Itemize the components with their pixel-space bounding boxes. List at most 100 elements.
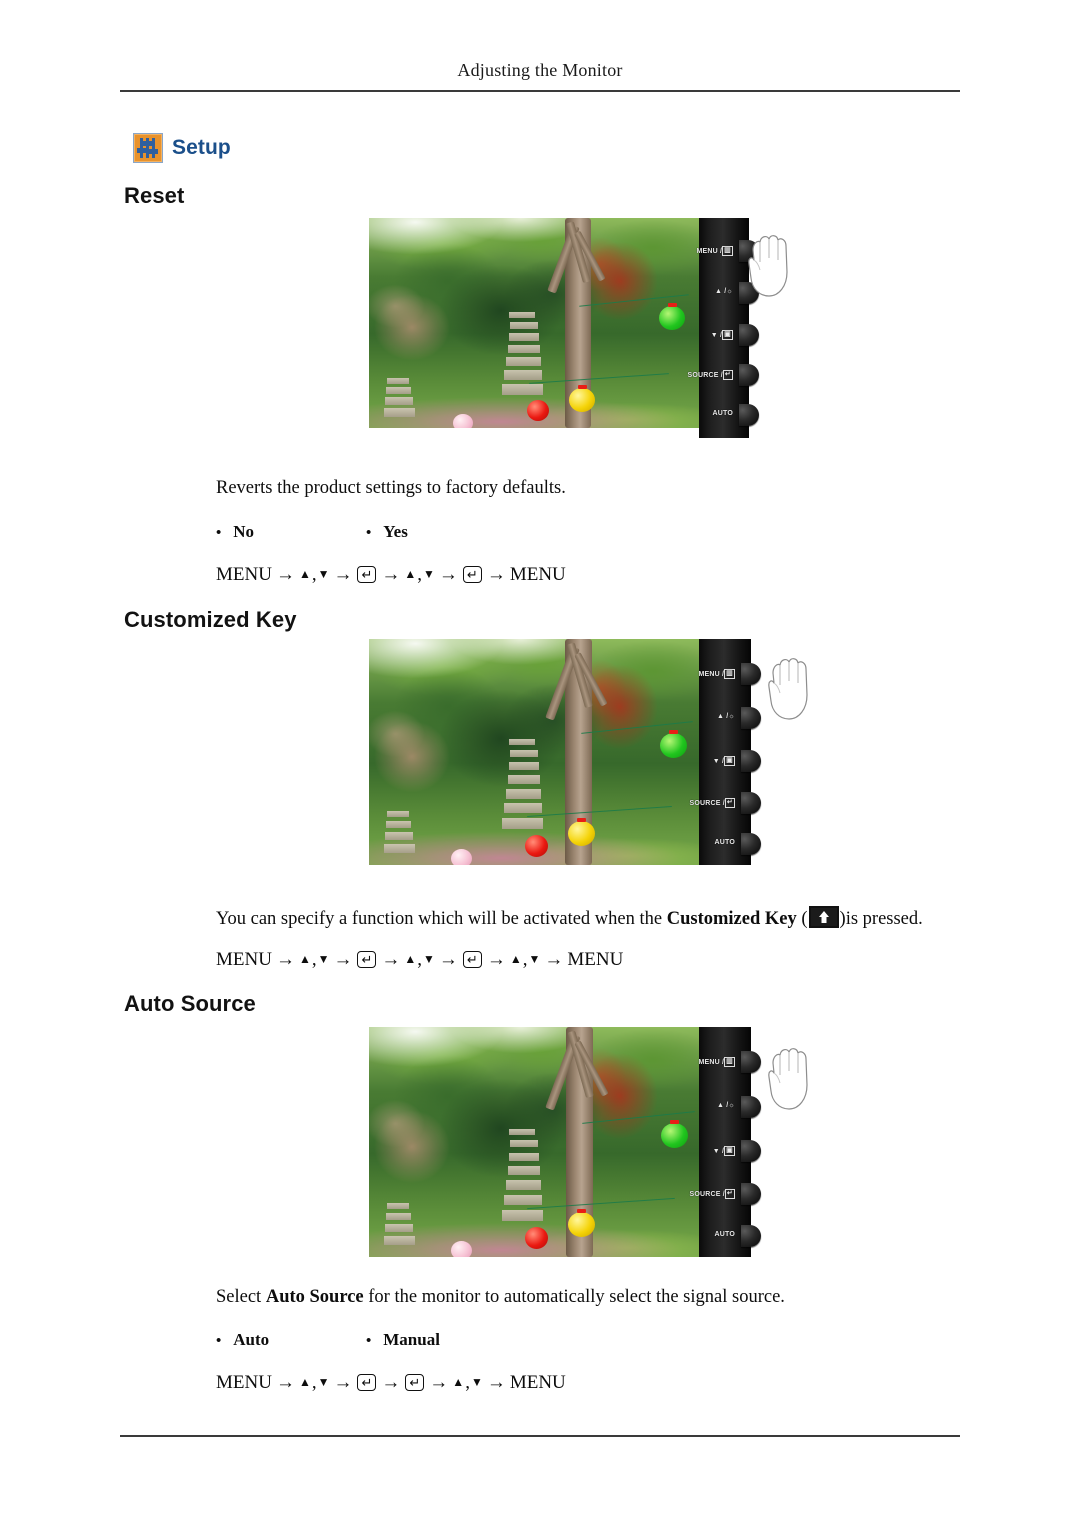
description-customized-key: You can specify a function which will be… (216, 906, 923, 930)
auto-button[interactable] (741, 1225, 761, 1247)
source-enter-button-label: SOURCE / ↵ (689, 798, 735, 808)
up-brightness-button[interactable] (741, 1096, 761, 1118)
source-enter-button[interactable] (739, 364, 759, 386)
auto-button-label: AUTO (714, 839, 735, 846)
desc-pre: Select (216, 1287, 266, 1307)
bullet-dot: • (216, 525, 222, 541)
source-enter-button[interactable] (741, 1183, 761, 1205)
up-brightness-button-label: ▲ /☼ (716, 1102, 735, 1109)
option-yes: Yes (383, 522, 408, 541)
nav-down: ▼ (317, 951, 330, 966)
down-mode-button-label: ▼ / ▣ (712, 756, 735, 766)
document-page: Adjusting the Monitor Setup Reset MENU /… (0, 0, 1080, 1527)
nav-enter-key: ↵ (405, 1373, 425, 1391)
nav-arrow: → (381, 949, 401, 970)
options-auto-source: • Auto • Manual (216, 1330, 440, 1350)
nav-menu: MENU (509, 564, 566, 585)
menu-button[interactable] (741, 1051, 761, 1073)
garden-photo (369, 218, 699, 428)
nav-menu: MENU (216, 949, 272, 970)
nav-enter-key: ↵ (357, 565, 377, 583)
pressing-hand-icon (768, 1048, 808, 1110)
bullet-dot: • (216, 1333, 222, 1349)
monitor-figure-customized-key: MENU / ▥ ▲ /☼ ▼ / ▣ SOURCE / ↵ AUTO (369, 639, 839, 874)
section-title-label: Setup (172, 136, 231, 159)
nav-enter-key: ↵ (357, 950, 377, 968)
menu-button-label: MENU / ▥ (696, 246, 733, 256)
nav-arrow: → (275, 564, 295, 585)
nav-up: ▲ (404, 951, 417, 966)
auto-button[interactable] (739, 404, 759, 426)
nav-enter-key: ↵ (462, 565, 482, 583)
nav-menu: MENU (509, 1372, 566, 1393)
garden-photo (369, 1027, 699, 1257)
nav-down: ▼ (423, 566, 435, 581)
down-mode-button[interactable] (739, 324, 759, 346)
nav-menu: MENU (216, 1372, 272, 1393)
nav-arrow: → (438, 564, 458, 585)
monitor-control-panel: MENU / ▥ ▲ /☼ ▼ / ▣ SOURCE / ↵ AUTO (689, 639, 761, 865)
nav-arrow: → (381, 1372, 401, 1393)
nav-arrow: → (333, 1372, 353, 1393)
source-enter-button[interactable] (741, 792, 761, 814)
nav-arrow: → (275, 949, 295, 970)
pressing-hand-icon (748, 235, 788, 297)
customized-key-icon (808, 906, 839, 928)
nav-down: ▼ (317, 1374, 330, 1389)
nav-up: ▲ (298, 1374, 311, 1389)
auto-button-label: AUTO (714, 1231, 735, 1238)
menu-button-label: MENU / ▥ (698, 1057, 735, 1067)
auto-button[interactable] (741, 833, 761, 855)
nav-comma: , (522, 949, 528, 970)
menu-button[interactable] (741, 663, 761, 685)
nav-menu: MENU (216, 564, 272, 585)
monitor-screen (369, 218, 699, 428)
nav-arrow: → (486, 949, 506, 970)
auto-button-label: AUTO (712, 410, 733, 417)
down-mode-button[interactable] (741, 750, 761, 772)
nav-arrow: → (275, 1372, 295, 1393)
monitor-illustration: MENU / ▥ ▲ /☼ ▼ / ▣ SOURCE / ↵ AUTO (369, 639, 839, 874)
nav-arrow: → (486, 1372, 506, 1393)
nav-arrow: → (429, 1372, 449, 1393)
nav-menu: MENU (567, 949, 624, 970)
desc-bold: Customized Key (666, 909, 797, 929)
nav-arrow: → (333, 949, 353, 970)
monitor-illustration: MENU / ▥ ▲ /☼ ▼ / ▣ SOURCE / ↵ AUTO (369, 1027, 839, 1267)
bullet-dot: • (366, 525, 372, 541)
nav-enter-key: ↵ (357, 1373, 377, 1391)
nav-up: ▲ (298, 566, 311, 581)
nav-comma: , (311, 564, 317, 585)
up-brightness-button-label: ▲ /☼ (714, 288, 733, 295)
nav-down: ▼ (317, 566, 330, 581)
heading-customized-key: Customized Key (124, 607, 297, 632)
nav-arrow: → (544, 949, 564, 970)
monitor-figure-reset: MENU / ▥ ▲ /☼ ▼ / ▣ SOURCE / ↵ AUTO (369, 218, 799, 438)
down-mode-button-label: ▼ / ▣ (712, 1146, 735, 1156)
nav-comma: , (311, 1372, 317, 1393)
monitor-control-panel: MENU / ▥ ▲ /☼ ▼ / ▣ SOURCE / ↵ AUTO (687, 218, 759, 438)
pressing-hand-icon (768, 658, 808, 720)
description-reset: Reverts the product settings to factory … (216, 478, 566, 498)
nav-up: ▲ (452, 1374, 465, 1389)
nav-up: ▲ (509, 951, 522, 966)
nav-arrow: → (381, 564, 401, 585)
footer-rule (120, 1435, 960, 1437)
desc-pre: You can specify a function which will be… (216, 909, 667, 929)
up-brightness-button[interactable] (741, 707, 761, 729)
option-no: No (233, 522, 255, 541)
garden-photo (369, 639, 699, 865)
option-auto: Auto (233, 1330, 270, 1349)
bullet-dot: • (366, 1333, 372, 1349)
up-brightness-button-label: ▲ /☼ (716, 713, 735, 720)
nav-comma: , (417, 564, 423, 585)
option-manual: Manual (383, 1330, 440, 1349)
nav-down: ▼ (470, 1374, 483, 1389)
source-enter-button-label: SOURCE / ↵ (689, 1189, 735, 1199)
down-mode-button[interactable] (741, 1140, 761, 1162)
setup-sliders-icon (133, 133, 163, 163)
down-mode-button-label: ▼ / ▣ (710, 330, 733, 340)
nav-comma: , (311, 949, 317, 970)
section-heading-setup: Setup (133, 133, 231, 163)
nav-down: ▼ (528, 951, 541, 966)
